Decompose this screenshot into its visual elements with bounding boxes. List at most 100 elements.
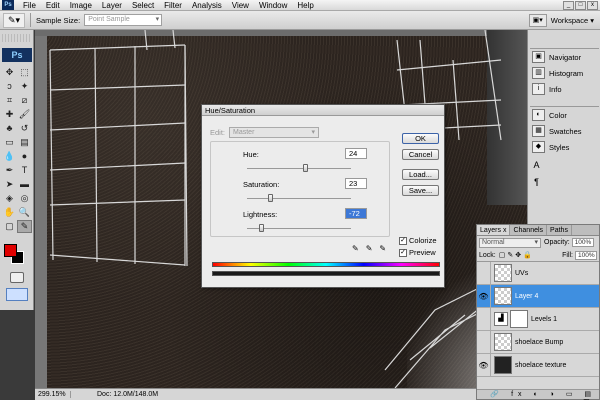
tab-channels[interactable]: Channels	[510, 225, 548, 235]
hand-tool-icon[interactable]: ✋	[2, 206, 17, 219]
lasso-tool-icon[interactable]: ↄ	[2, 80, 17, 93]
layers-footer-icons[interactable]: 🔗 fx ◐ ◑ ▭ ▤ 🗑	[477, 389, 599, 399]
gradient-tool-icon[interactable]: ▤	[17, 136, 32, 149]
lock-icons[interactable]: ▢✎✥🔒	[499, 251, 534, 259]
zoom-tool-icon[interactable]: 🔍	[17, 206, 32, 219]
menu-image[interactable]: Image	[65, 0, 97, 11]
shape-tool-icon[interactable]: ▬	[17, 178, 32, 191]
menu-view[interactable]: View	[227, 0, 254, 11]
layer-row-shoelace-texture[interactable]: 👁 shoelace texture	[477, 353, 599, 377]
layer-name: Levels 1	[531, 315, 558, 323]
dock-histogram[interactable]: ▥ Histogram	[530, 65, 599, 81]
character-icon[interactable]: A	[530, 160, 543, 174]
move-tool-icon[interactable]: ✥	[2, 66, 17, 79]
zoom-level[interactable]: 299.15%	[35, 391, 71, 398]
lightness-field[interactable]: -72	[345, 208, 367, 219]
menu-filter[interactable]: Filter	[159, 0, 187, 11]
menu-edit[interactable]: Edit	[41, 0, 65, 11]
toolbox-grip[interactable]	[2, 34, 32, 42]
ok-button[interactable]: OK	[402, 133, 439, 144]
layer-name: Layer 4	[515, 292, 539, 300]
preview-checkbox[interactable]: ✓ Preview	[399, 248, 436, 257]
eye-icon[interactable]: 👁	[477, 353, 491, 377]
dock-swatches[interactable]: ▦ Swatches	[530, 123, 599, 139]
lightness-label: Lightness:	[243, 210, 278, 219]
edit-select[interactable]: Master	[229, 127, 320, 138]
layer-row-layer-4[interactable]: 👁 Layer 4	[477, 284, 599, 308]
layer-thumbnail	[494, 287, 512, 305]
menu-layer[interactable]: Layer	[97, 0, 127, 11]
opacity-field[interactable]: 100%	[571, 238, 594, 247]
sample-size-select[interactable]: Point Sample	[84, 14, 163, 26]
eyedropper-minus-icon[interactable]: ✎	[379, 244, 386, 253]
dock-info[interactable]: i Info	[530, 81, 599, 97]
visibility-toggle[interactable]	[477, 261, 491, 285]
quick-mask-icon[interactable]	[10, 272, 24, 283]
blend-mode-select[interactable]: Normal	[479, 237, 541, 248]
healing-brush-tool-icon[interactable]: ✚	[2, 108, 17, 121]
foreground-color-swatch[interactable]	[4, 244, 17, 257]
tool-grid: ✥ ⬚ ↄ ✦ ⌗ ⧄ ✚ 🖌 ♣ ↺ ▭ ▤ 💧 ● ✒ T ➤ ▬ ◈ ◎ …	[2, 66, 32, 233]
screen-mode-icon[interactable]	[6, 288, 28, 301]
minimize-button[interactable]: _	[563, 0, 574, 10]
close-button[interactable]: x	[587, 0, 598, 10]
menu-file[interactable]: File	[18, 0, 41, 11]
tab-layers[interactable]: Layers x	[477, 225, 511, 235]
dock-color[interactable]: ◐ Color	[530, 107, 599, 123]
dodge-tool-icon[interactable]: ●	[17, 150, 32, 163]
eyedropper-icon[interactable]: ✎▾	[3, 12, 25, 28]
history-brush-tool-icon[interactable]: ↺	[17, 122, 32, 135]
slice-tool-icon[interactable]: ⧄	[17, 94, 32, 107]
visibility-toggle[interactable]	[477, 330, 491, 354]
hue-field[interactable]: 24	[345, 148, 367, 159]
saturation-field[interactable]: 23	[345, 178, 367, 189]
eyedropper-plus-icon[interactable]: ✎	[366, 244, 373, 253]
colorize-checkbox[interactable]: ✓ Colorize	[399, 236, 437, 245]
visibility-toggle[interactable]	[477, 307, 491, 331]
menu-select[interactable]: Select	[127, 0, 159, 11]
load-button[interactable]: Load...	[402, 169, 439, 180]
notes-tool-icon[interactable]: ▢	[2, 220, 17, 233]
eraser-tool-icon[interactable]: ▭	[2, 136, 17, 149]
layer-row-levels-1[interactable]: ▟ Levels 1	[477, 307, 599, 331]
lightness-slider-thumb[interactable]	[258, 224, 264, 232]
layer-name: shoelace Bump	[515, 338, 564, 346]
workspace-menu[interactable]: Workspace ▾	[551, 16, 594, 25]
tab-paths[interactable]: Paths	[547, 225, 572, 235]
layers-panel: Layers x Channels Paths Normal Opacity: …	[476, 224, 600, 400]
hue-slider-thumb[interactable]	[302, 164, 308, 172]
menu-help[interactable]: Help	[292, 0, 318, 11]
eyedropper-tool-icon[interactable]: ✎	[17, 220, 32, 233]
save-button[interactable]: Save...	[402, 185, 439, 196]
paragraph-icon[interactable]: ¶	[530, 177, 543, 191]
saturation-slider-thumb[interactable]	[267, 194, 273, 202]
pen-tool-icon[interactable]: ✒	[2, 164, 17, 177]
3d-rotate-tool-icon[interactable]: ◈	[2, 192, 17, 205]
menu-window[interactable]: Window	[254, 0, 292, 11]
adjustment-group: Hue: 24 Saturation: 23 Lightness: -72	[210, 141, 390, 237]
navigator-icon: ▣	[532, 51, 545, 63]
type-tool-icon[interactable]: T	[17, 164, 32, 177]
brush-tool-icon[interactable]: 🖌	[17, 108, 32, 121]
dock-navigator[interactable]: ▣ Navigator	[530, 49, 599, 65]
blur-tool-icon[interactable]: 💧	[2, 150, 17, 163]
clone-stamp-tool-icon[interactable]: ♣	[2, 122, 17, 135]
input-color-bar	[212, 262, 440, 267]
layer-row-shoelace-bump[interactable]: shoelace Bump	[477, 330, 599, 354]
path-selection-tool-icon[interactable]: ➤	[2, 178, 17, 191]
menu-analysis[interactable]: Analysis	[187, 0, 227, 11]
maximize-button[interactable]: □	[575, 0, 586, 10]
workspace-switch-icon[interactable]: ▣▾	[528, 13, 547, 27]
fill-field[interactable]: 100%	[575, 250, 597, 260]
marquee-tool-icon[interactable]: ⬚	[17, 66, 32, 79]
3d-orbit-tool-icon[interactable]: ◎	[17, 192, 32, 205]
dock-styles[interactable]: ◆ Styles	[530, 139, 599, 155]
layer-row-uvs[interactable]: UVs	[477, 261, 599, 285]
magic-wand-tool-icon[interactable]: ✦	[17, 80, 32, 93]
crop-tool-icon[interactable]: ⌗	[2, 94, 17, 107]
eye-icon[interactable]: 👁	[477, 284, 491, 308]
options-separator	[30, 13, 31, 27]
info-icon: i	[532, 83, 545, 95]
eyedropper-icon[interactable]: ✎	[352, 244, 359, 253]
cancel-button[interactable]: Cancel	[402, 149, 439, 160]
